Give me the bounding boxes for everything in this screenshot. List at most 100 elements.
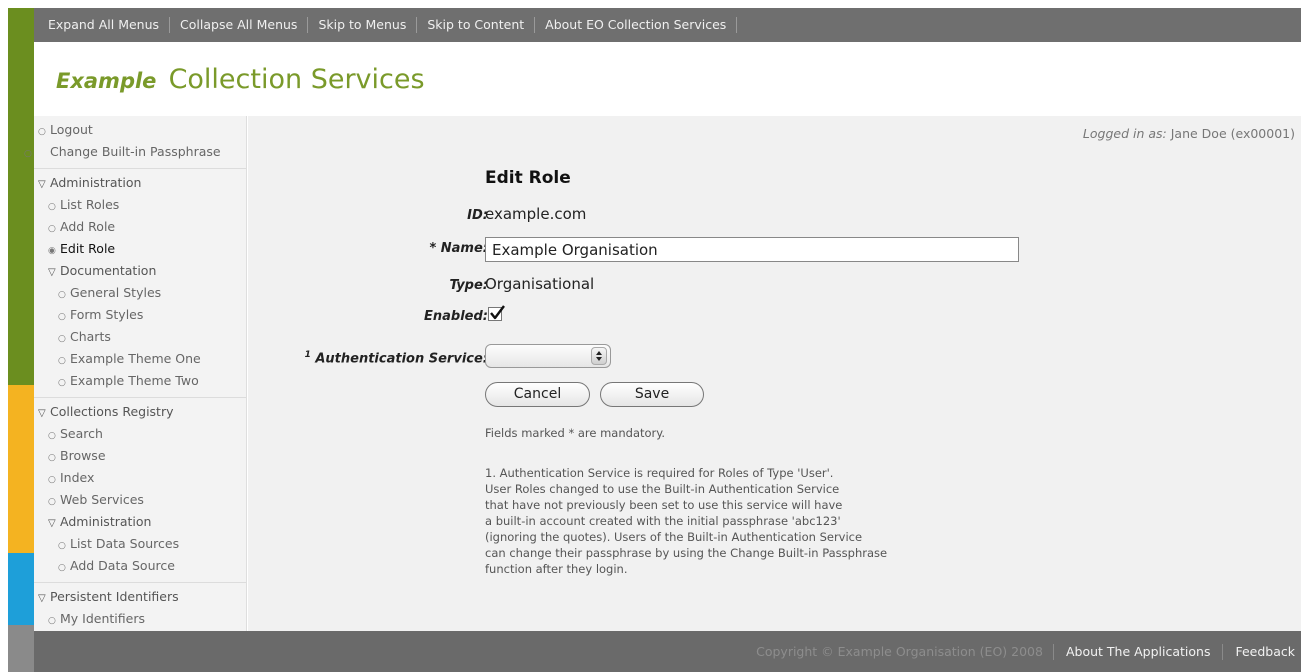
sidebar-item-label: Example Theme Two bbox=[70, 373, 199, 388]
bullet-icon: ○ bbox=[48, 453, 56, 463]
copyright-text: Copyright © Example Organisation (EO) 20… bbox=[756, 644, 1043, 659]
header: Example Collection Services bbox=[34, 42, 1301, 116]
sidebar-item-label: Persistent Identifiers bbox=[50, 589, 179, 604]
triangle-down-icon: ▽ bbox=[38, 179, 46, 190]
sidebar-item-web-services[interactable]: ○ Web Services bbox=[38, 490, 246, 512]
color-strip-grey bbox=[8, 625, 34, 672]
sidebar-item-administration[interactable]: ▽ Administration bbox=[38, 173, 246, 195]
triangle-down-icon: ▽ bbox=[48, 267, 56, 278]
footer: Copyright © Example Organisation (EO) 20… bbox=[34, 631, 1301, 672]
expand-all-menus-link[interactable]: Expand All Menus bbox=[48, 17, 171, 33]
bullet-icon: ○ bbox=[48, 431, 56, 441]
bullet-icon: ○ bbox=[58, 356, 66, 366]
bullet-icon: ○ bbox=[48, 475, 56, 485]
bullet-icon: ○ bbox=[58, 563, 66, 573]
sidebar-item-label: Add Role bbox=[60, 219, 116, 234]
footnote-line: function after they login. bbox=[485, 562, 628, 576]
type-value: Organisational bbox=[485, 275, 595, 293]
sidebar-item-label: Charts bbox=[70, 329, 111, 344]
sidebar-item-documentation[interactable]: ▽ Documentation bbox=[38, 261, 246, 283]
sidebar-item-persistent-identifiers[interactable]: ▽ Persistent Identifiers bbox=[38, 587, 246, 609]
triangle-down-icon: ▽ bbox=[38, 408, 46, 419]
sidebar-item-change-passphrase[interactable]: ○ Change Built-in Passphrase bbox=[24, 142, 246, 164]
logo-title: Collection Services bbox=[168, 64, 425, 95]
sidebar-item-label: Collections Registry bbox=[50, 404, 174, 419]
sidebar-item-label: General Styles bbox=[70, 285, 162, 300]
skip-to-content-link[interactable]: Skip to Content bbox=[417, 17, 536, 33]
sidebar-item-label: List Data Sources bbox=[70, 536, 180, 551]
bullet-icon: ○ bbox=[58, 290, 66, 300]
sidebar-item-my-identifiers[interactable]: ○ My Identifiers bbox=[38, 609, 246, 631]
sidebar-item-label: Administration bbox=[60, 514, 152, 529]
sidebar-item-form-styles[interactable]: ○ Form Styles bbox=[38, 305, 246, 327]
sidebar-item-browse[interactable]: ○ Browse bbox=[38, 446, 246, 468]
about-applications-link[interactable]: About The Applications bbox=[1052, 643, 1223, 660]
sidebar-item-label: My Identifiers bbox=[60, 611, 145, 626]
color-strip-green bbox=[8, 8, 34, 385]
sidebar-item-label: Documentation bbox=[60, 263, 157, 278]
sidebar-item-edit-role[interactable]: ◉ Edit Role bbox=[38, 239, 246, 261]
about-eo-link[interactable]: About EO Collection Services bbox=[535, 17, 738, 33]
enabled-checkbox[interactable] bbox=[488, 305, 505, 321]
bullet-icon: ○ bbox=[48, 224, 56, 234]
type-label: Type: bbox=[449, 278, 488, 293]
bullet-icon: ○ bbox=[58, 378, 66, 388]
sidebar-item-label: Browse bbox=[60, 448, 106, 463]
sidebar-item-label: Edit Role bbox=[60, 241, 116, 256]
auth-service-label: 1 Authentication Service: bbox=[305, 350, 488, 366]
bullet-icon: ○ bbox=[48, 616, 56, 626]
name-label: * Name: bbox=[429, 241, 488, 256]
mandatory-note: Fields marked * are mandatory. bbox=[485, 426, 666, 440]
sidebar-item-theme-two[interactable]: ○ Example Theme Two bbox=[38, 371, 246, 393]
triangle-down-icon: ▽ bbox=[48, 518, 56, 529]
select-arrows-icon bbox=[591, 347, 607, 365]
sidebar-item-label: List Roles bbox=[60, 197, 120, 212]
sidebar-item-list-data-sources[interactable]: ○ List Data Sources bbox=[38, 534, 246, 556]
sidebar-item-label: Logout bbox=[50, 122, 93, 137]
auth-service-label-text: Authentication Service: bbox=[315, 351, 488, 367]
sidebar-section-registry: ▽ Collections Registry ○ Search ○ Browse ○ I… bbox=[34, 398, 246, 583]
logo-example: Example bbox=[56, 69, 157, 93]
sidebar-item-list-roles[interactable]: ○ List Roles bbox=[38, 195, 246, 217]
site-logo[interactable]: Example Collection Services bbox=[56, 64, 425, 95]
color-strip-orange bbox=[8, 385, 34, 553]
bullet-icon: ○ bbox=[48, 202, 56, 212]
sidebar-section-administration: ▽ Administration ○ List Roles ○ Add Role ◉ E… bbox=[34, 169, 246, 398]
logged-in-label: Logged in as: bbox=[1082, 126, 1167, 141]
sidebar-item-add-role[interactable]: ○ Add Role bbox=[38, 217, 246, 239]
checkmark-icon bbox=[490, 305, 505, 320]
skip-to-menus-link[interactable]: Skip to Menus bbox=[308, 17, 418, 33]
feedback-link[interactable]: Feedback bbox=[1222, 643, 1301, 660]
sidebar-item-search[interactable]: ○ Search bbox=[38, 424, 246, 446]
logged-in-user: Jane Doe (ex00001) bbox=[1170, 126, 1295, 141]
id-value: example.com bbox=[485, 205, 587, 223]
sidebar-item-label: Index bbox=[60, 470, 95, 485]
app-frame: Expand All Menus Collapse All Menus Skip… bbox=[8, 8, 1301, 672]
bullet-icon: ○ bbox=[58, 312, 66, 322]
footnote-marker: 1 bbox=[304, 350, 311, 360]
logged-in-status: Logged in as: Jane Doe (ex00001) bbox=[1083, 126, 1295, 141]
triangle-down-icon: ▽ bbox=[38, 593, 46, 604]
sidebar-item-charts[interactable]: ○ Charts bbox=[38, 327, 246, 349]
collapse-all-menus-link[interactable]: Collapse All Menus bbox=[170, 17, 309, 33]
bullet-icon: ○ bbox=[38, 127, 46, 137]
sidebar-item-logout[interactable]: ○ Logout bbox=[38, 120, 246, 142]
bullet-filled-icon: ◉ bbox=[48, 246, 56, 256]
cancel-button[interactable]: Cancel bbox=[485, 382, 590, 407]
bullet-icon: ○ bbox=[58, 334, 66, 344]
bullet-icon: ○ bbox=[58, 541, 66, 551]
sidebar-item-theme-one[interactable]: ○ Example Theme One bbox=[38, 349, 246, 371]
sidebar-item-registry-administration[interactable]: ▽ Administration bbox=[38, 512, 246, 534]
sidebar-item-label: Change Built-in Passphrase bbox=[50, 144, 221, 159]
save-button[interactable]: Save bbox=[600, 382, 704, 407]
sidebar-item-index[interactable]: ○ Index bbox=[38, 468, 246, 490]
name-field[interactable] bbox=[485, 237, 1019, 262]
sidebar-item-collections-registry[interactable]: ▽ Collections Registry bbox=[38, 402, 246, 424]
sidebar-item-label: Form Styles bbox=[70, 307, 144, 322]
sidebar-item-add-data-source[interactable]: ○ Add Data Source bbox=[38, 556, 246, 578]
sidebar-item-label: Add Data Source bbox=[70, 558, 175, 573]
auth-service-footnote: 1. Authentication Service is required fo… bbox=[485, 465, 1005, 577]
footnote-line: a built-in account created with the init… bbox=[485, 514, 841, 528]
auth-service-select[interactable] bbox=[485, 344, 611, 368]
sidebar-item-general-styles[interactable]: ○ General Styles bbox=[38, 283, 246, 305]
